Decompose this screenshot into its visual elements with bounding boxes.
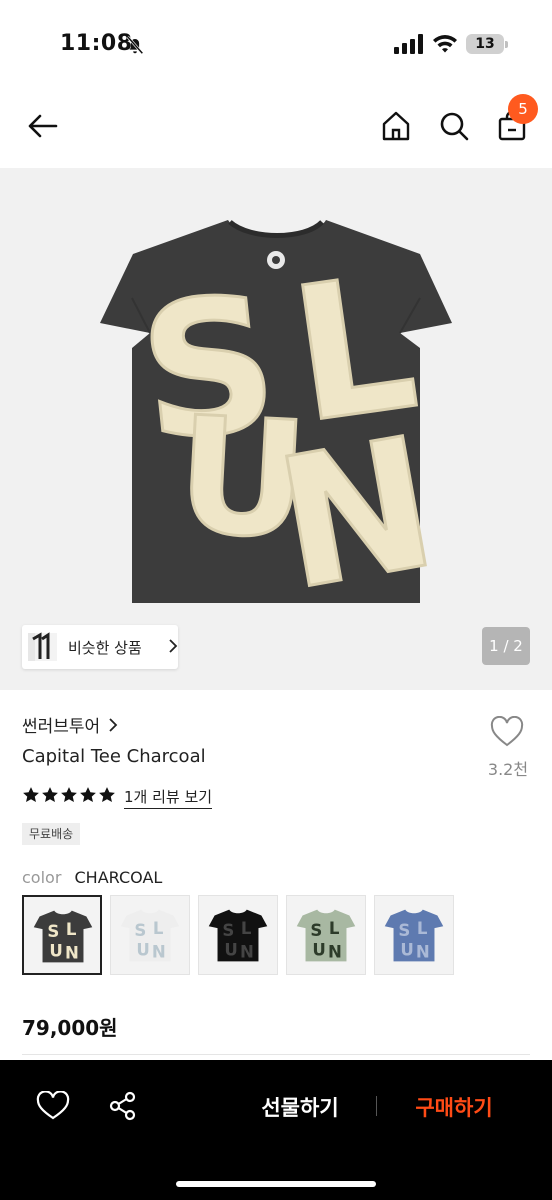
svg-text:L: L: [417, 919, 428, 938]
rating-stars: [22, 786, 117, 804]
svg-text:L: L: [329, 919, 340, 938]
color-swatch-3[interactable]: SLUN: [198, 895, 278, 975]
cart-count-badge: 5: [508, 94, 538, 124]
status-bar: 11:08 13: [0, 0, 552, 90]
back-arrow-icon[interactable]: [24, 108, 60, 144]
brand-link[interactable]: 썬러브투어: [22, 712, 118, 737]
swatch-tshirt-image: S LU N: [384, 909, 444, 961]
bell-muted-icon: [126, 35, 144, 55]
brand-name: 썬러브투어: [22, 717, 101, 737]
color-value: CHARCOAL: [74, 868, 163, 887]
svg-text:U: U: [224, 940, 237, 959]
status-time: 11:08: [60, 31, 133, 56]
home-indicator: [176, 1181, 376, 1187]
svg-text:U: U: [136, 940, 149, 959]
svg-text:S: S: [222, 921, 234, 940]
svg-text:N: N: [240, 942, 254, 961]
image-pager: 1 / 2: [482, 627, 530, 665]
search-icon[interactable]: [436, 108, 472, 144]
gift-button[interactable]: 선물하기: [250, 1092, 350, 1122]
heart-icon[interactable]: [36, 1091, 70, 1121]
color-swatch-1[interactable]: SLUN: [22, 895, 102, 975]
svg-text:L: L: [66, 920, 77, 939]
star-icon: [80, 787, 96, 803]
button-separator: [376, 1096, 377, 1116]
swatch-tshirt-image: S LU N: [33, 910, 93, 962]
product-image-carousel[interactable]: S L U N 비슷한 상품 1 / 2: [0, 168, 552, 690]
swatch-tshirt-image: S LU N: [208, 909, 268, 961]
chevron-right-icon: [169, 639, 178, 653]
swatch-tshirt-image: S LU N: [296, 909, 356, 961]
color-label: color: [22, 868, 62, 887]
svg-text:N: N: [65, 943, 79, 962]
battery-indicator: 13: [466, 34, 508, 54]
svg-text:L: L: [153, 919, 164, 938]
top-nav: 5: [0, 90, 552, 168]
similar-thumb-icon: [28, 632, 57, 661]
chevron-right-icon: [109, 717, 118, 732]
svg-text:N: N: [416, 942, 430, 961]
star-icon: [42, 787, 58, 803]
battery-level: 13: [475, 36, 495, 52]
similar-products-button[interactable]: 비슷한 상품: [22, 625, 178, 669]
bottom-action-bar: 선물하기 구매하기: [0, 1060, 552, 1200]
color-swatch-2[interactable]: SLUN: [110, 895, 190, 975]
free-shipping-badge: 무료배송: [22, 823, 81, 845]
svg-text:N: N: [328, 942, 342, 961]
divider: [22, 1054, 530, 1055]
svg-text:L: L: [241, 919, 252, 938]
svg-text:S: S: [310, 921, 322, 940]
svg-text:U: U: [400, 940, 413, 959]
color-swatch-4[interactable]: SLUN: [286, 895, 366, 975]
svg-text:S: S: [134, 921, 146, 940]
svg-text:U: U: [312, 940, 325, 959]
product-tshirt-image: S L U N: [100, 220, 452, 632]
similar-products-label: 비슷한 상품: [68, 639, 142, 657]
share-icon[interactable]: [108, 1091, 138, 1121]
home-icon[interactable]: [378, 108, 414, 144]
color-swatch-list: SLUNSLUNSLUNSLUNSLUN: [22, 895, 462, 975]
star-icon: [23, 787, 39, 803]
like-count: 3.2천: [487, 760, 529, 779]
svg-text:N: N: [152, 942, 166, 961]
star-icon: [61, 787, 77, 803]
swatch-tshirt-image: S LU N: [120, 909, 180, 961]
svg-text:U: U: [49, 941, 62, 960]
review-link[interactable]: 1개 리뷰 보기: [124, 786, 213, 809]
color-option-row: color CHARCOAL: [22, 868, 162, 887]
svg-text:S: S: [398, 921, 410, 940]
product-price: 79,000원: [22, 1016, 118, 1040]
svg-text:S: S: [47, 922, 59, 941]
like-heart-icon[interactable]: [490, 716, 524, 748]
product-name: Capital Tee Charcoal: [22, 746, 206, 767]
color-swatch-5[interactable]: SLUN: [374, 895, 454, 975]
cellular-signal-icon: [394, 34, 423, 54]
wifi-icon: [433, 35, 457, 53]
buy-button[interactable]: 구매하기: [402, 1092, 506, 1122]
star-icon: [99, 787, 115, 803]
